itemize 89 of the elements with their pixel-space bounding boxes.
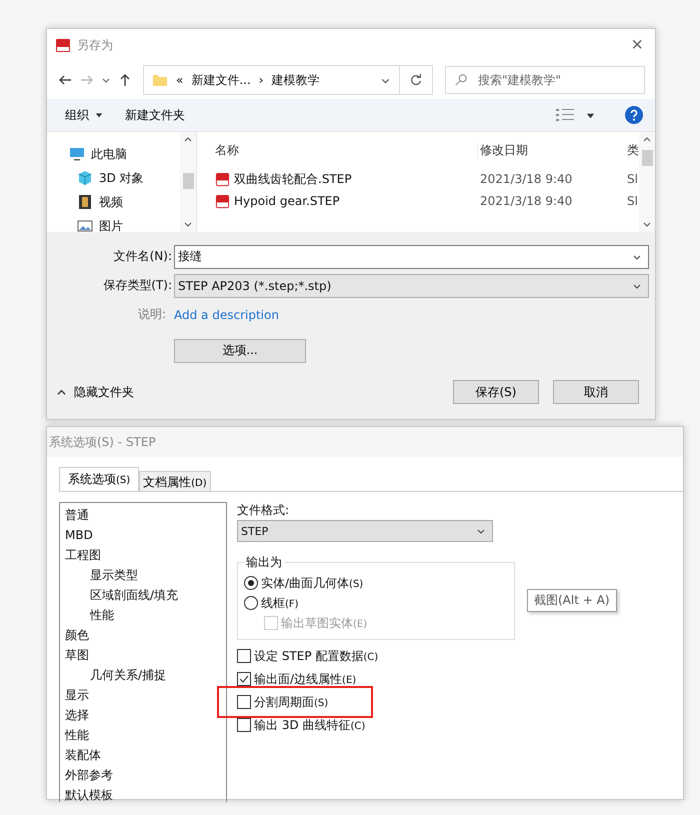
field-label: 文件名(N): bbox=[112, 248, 173, 265]
group-label: 输出为 bbox=[244, 554, 284, 571]
tree-item[interactable]: 装配体 bbox=[60, 745, 226, 765]
dialog-title: 系统选项(S) - STEP bbox=[47, 427, 683, 457]
app-icon bbox=[55, 37, 71, 53]
tree-item[interactable]: MBD bbox=[60, 525, 226, 545]
field-label: 文件格式: bbox=[237, 502, 290, 519]
file-date: 2021/3/18 9:40 bbox=[479, 172, 574, 186]
checkbox[interactable] bbox=[237, 695, 251, 709]
file-type: Sl bbox=[626, 172, 639, 186]
tab[interactable]: 系统选项(S) bbox=[59, 467, 140, 491]
option-label: 输出草图实体(E) bbox=[281, 614, 368, 632]
file-icon bbox=[215, 194, 230, 208]
search-field[interactable]: 搜索"建模教学" bbox=[445, 66, 645, 94]
checkbox[interactable] bbox=[237, 649, 251, 663]
cancel-button[interactable]: 取消 bbox=[553, 380, 639, 404]
tooltip: 截图(Alt + A) bbox=[527, 589, 617, 612]
new-folder-button[interactable]: 新建文件夹 bbox=[125, 106, 185, 124]
option-label: 实体/曲面几何体(S) bbox=[261, 574, 364, 592]
monitor-icon bbox=[69, 146, 85, 162]
folder-icon bbox=[152, 72, 168, 88]
hide-folders-button[interactable]: 隐藏文件夹 bbox=[47, 382, 140, 402]
options-button[interactable]: 选项... bbox=[174, 338, 306, 362]
tree-item[interactable]: 显示 bbox=[60, 685, 226, 705]
scroll-thumb[interactable] bbox=[642, 150, 652, 166]
column-header[interactable]: 名称 bbox=[215, 142, 477, 158]
radio-button[interactable] bbox=[244, 576, 258, 590]
breadcrumb-item[interactable]: 建模教学 bbox=[272, 72, 320, 88]
cube-icon bbox=[77, 170, 93, 186]
tree-item[interactable]: 显示类型 bbox=[60, 565, 226, 585]
refresh-icon bbox=[409, 73, 423, 87]
tree-item[interactable]: 几何关系/捕捉 bbox=[60, 665, 226, 685]
checkbox[interactable] bbox=[237, 718, 251, 732]
tree-item[interactable]: 性能 bbox=[60, 605, 226, 625]
file-date: 2021/3/18 9:40 bbox=[479, 194, 574, 208]
tree-item[interactable]: 默认模板 bbox=[60, 785, 226, 805]
tree-item[interactable]: 性能 bbox=[60, 725, 226, 745]
scroll-thumb[interactable] bbox=[182, 173, 194, 189]
refresh-button[interactable] bbox=[399, 65, 433, 95]
window-title: 另存为 bbox=[77, 36, 114, 54]
address-bar[interactable]: « 新建文件... › 建模教学 bbox=[143, 65, 400, 95]
breadcrumb-chevron[interactable]: « bbox=[176, 73, 184, 87]
image-icon bbox=[77, 218, 93, 234]
organize-menu[interactable]: 组织 bbox=[65, 106, 103, 124]
format-dropdown[interactable]: STEP bbox=[237, 520, 493, 542]
option-label: 设定 STEP 配置数据(C) bbox=[254, 648, 378, 664]
tree-item[interactable]: 颜色 bbox=[60, 625, 226, 645]
option-label: 线框(F) bbox=[261, 594, 299, 612]
dropdown-icon[interactable] bbox=[586, 110, 595, 120]
field-label: 说明: bbox=[136, 306, 167, 323]
tree-item[interactable]: 工程图 bbox=[60, 545, 226, 565]
file-type: Sl bbox=[626, 194, 639, 208]
file-type-dropdown[interactable]: STEP AP203 (*.step;*.stp) bbox=[174, 274, 649, 298]
view-options-icon[interactable] bbox=[556, 108, 576, 122]
caret-icon bbox=[95, 111, 103, 119]
breadcrumb-separator: › bbox=[258, 73, 264, 87]
tree-item[interactable]: 普通 bbox=[60, 505, 226, 525]
nav-item[interactable]: 此电脑 bbox=[69, 142, 180, 166]
nav-item[interactable]: 3D 对象 bbox=[69, 166, 180, 190]
nav-item[interactable]: 图片 bbox=[69, 214, 180, 238]
tree-item[interactable]: 选择 bbox=[60, 705, 226, 725]
radio-button[interactable] bbox=[244, 596, 258, 610]
file-name[interactable]: 双曲线齿轮配合.STEP bbox=[215, 170, 477, 188]
scrollbar[interactable] bbox=[180, 132, 196, 232]
option-label: 输出面/边线属性(E) bbox=[254, 670, 356, 688]
close-button[interactable]: × bbox=[627, 35, 647, 55]
tree-item[interactable]: 草图 bbox=[60, 645, 226, 665]
tree-item[interactable]: 外部参考 bbox=[60, 765, 226, 785]
option-label: 输出 3D 曲线特征(C) bbox=[254, 716, 366, 734]
save-button[interactable]: 保存(S) bbox=[453, 380, 539, 404]
tree-item[interactable]: 区域剖面线/填充 bbox=[60, 585, 226, 605]
column-header[interactable]: 修改日期 bbox=[477, 142, 623, 158]
file-icon bbox=[215, 172, 230, 186]
search-icon bbox=[454, 73, 468, 87]
search-input[interactable]: 搜索"建模教学" bbox=[476, 72, 630, 88]
option-label: 分割周期面(S) bbox=[254, 694, 328, 710]
checkbox[interactable] bbox=[237, 672, 251, 686]
add-description-link[interactable]: Add a description bbox=[174, 308, 279, 322]
tab[interactable]: 文档属性(D) bbox=[139, 471, 211, 491]
filename-field[interactable]: 接缝 bbox=[174, 244, 649, 268]
film-icon bbox=[77, 194, 93, 210]
breadcrumb-item[interactable]: 新建文件... bbox=[191, 72, 251, 88]
file-name[interactable]: Hypoid gear.STEP bbox=[215, 194, 477, 208]
field-label: 保存类型(T): bbox=[102, 277, 173, 294]
nav-item[interactable]: 视频 bbox=[69, 190, 180, 214]
scrollbar[interactable] bbox=[639, 132, 655, 232]
help-icon[interactable] bbox=[625, 106, 643, 124]
column-header[interactable]: 类 bbox=[623, 142, 639, 158]
chevron-up-icon bbox=[57, 388, 66, 396]
